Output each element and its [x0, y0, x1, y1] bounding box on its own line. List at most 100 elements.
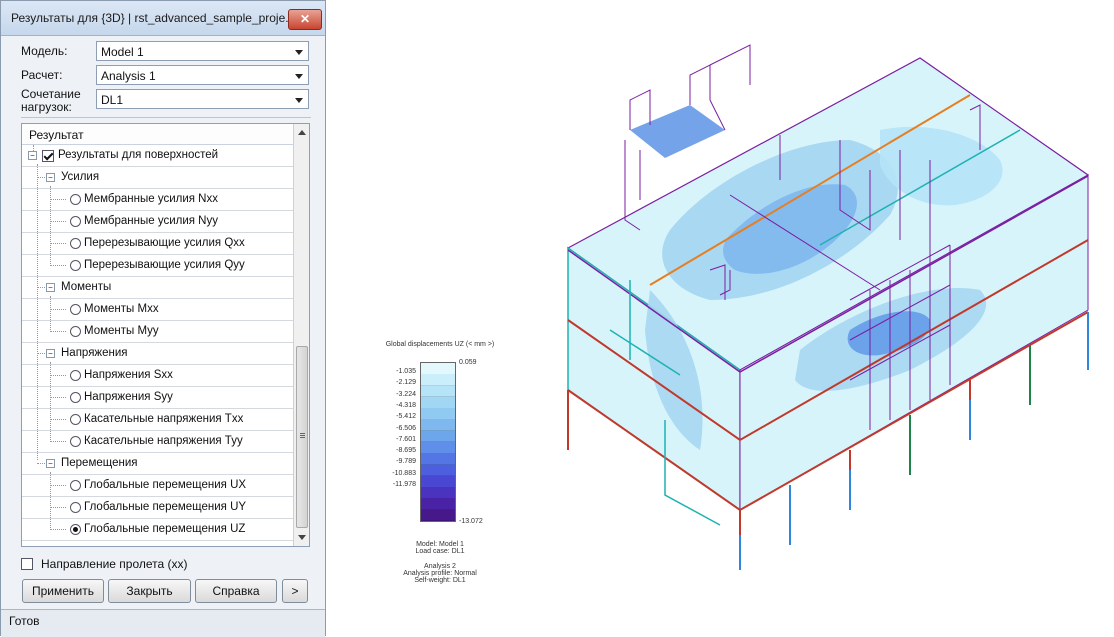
tree-line: [37, 287, 45, 288]
radio-qxx[interactable]: [70, 238, 81, 249]
radio-tyy[interactable]: [70, 436, 81, 447]
tree-line: [50, 441, 66, 442]
legend-color-band: [421, 396, 455, 409]
close-icon[interactable]: ✕: [288, 9, 322, 30]
tree-item-label: Касательные напряжения Tyy: [84, 435, 243, 447]
tree-item-txx[interactable]: Касательные напряжения Txx: [22, 409, 293, 431]
radio-nxx[interactable]: [70, 194, 81, 205]
dialog-title: Результаты для {3D} | rst_advanced_sampl…: [11, 11, 296, 25]
legend-tick-label: -10.883: [392, 469, 416, 477]
close-button[interactable]: Закрыть: [108, 579, 191, 603]
radio-sxx[interactable]: [70, 370, 81, 381]
analysis-select-value: Analysis 1: [101, 69, 156, 83]
tree-line: [50, 375, 66, 376]
tree-group-stresses[interactable]: − Напряжения: [22, 343, 293, 365]
tree-item-qyy[interactable]: Перерезывающие усилия Qyy: [22, 255, 293, 277]
legend-color-band: [421, 509, 455, 522]
tree-item-sxx[interactable]: Напряжения Sxx: [22, 365, 293, 387]
tree-line: [50, 419, 66, 420]
results-tree[interactable]: Результат − Результаты для поверхностей …: [21, 123, 310, 547]
radio-syy[interactable]: [70, 392, 81, 403]
radio-txx[interactable]: [70, 414, 81, 425]
legend-tick-label: -4.318: [396, 401, 416, 409]
tree-root-label: Результаты для поверхностей: [58, 149, 219, 161]
tree-item-ux[interactable]: Глобальные перемещения UX: [22, 475, 293, 497]
model-select[interactable]: Model 1: [96, 41, 309, 61]
radio-myy[interactable]: [70, 326, 81, 337]
tree-item-label: Напряжения Sxx: [84, 369, 173, 381]
tree-item-myy[interactable]: Моменты Myy: [22, 321, 293, 343]
legend-analysis: Analysis 2: [424, 563, 456, 570]
radio-mxx[interactable]: [70, 304, 81, 315]
tree-item-syy[interactable]: Напряжения Syy: [22, 387, 293, 409]
legend-analysis-profile: Analysis profile: Normal: [403, 570, 477, 577]
tree-line: [50, 309, 66, 310]
legend-tick-label: -8.695: [396, 447, 416, 455]
model-select-value: Model 1: [101, 45, 144, 59]
tree-item-uz[interactable]: Глобальные перемещения UZ: [22, 519, 293, 541]
collapse-icon[interactable]: −: [46, 283, 55, 292]
tree-item-nyy[interactable]: Мембранные усилия Nyy: [22, 211, 293, 233]
tree-scrollbar[interactable]: [293, 124, 309, 546]
span-direction-label: Направление пролета (xx): [41, 557, 188, 571]
analysis-label: Расчет:: [21, 68, 63, 82]
tree-group-label: Усилия: [61, 171, 100, 183]
chevron-down-icon: [295, 98, 303, 103]
tree-item-tyy[interactable]: Касательные напряжения Tyy: [22, 431, 293, 453]
tree-item-label: Моменты Mxx: [84, 303, 159, 315]
status-bar: Готов: [1, 609, 325, 637]
legend-tick-label: -6.506: [396, 424, 416, 432]
legend-tick-label: -5.412: [396, 413, 416, 421]
radio-qyy[interactable]: [70, 260, 81, 271]
tree-item-mxx[interactable]: Моменты Mxx: [22, 299, 293, 321]
divider: [21, 117, 311, 118]
scroll-down-icon[interactable]: [298, 535, 306, 540]
tree-item-label: Мембранные усилия Nyy: [84, 215, 218, 227]
radio-nyy[interactable]: [70, 216, 81, 227]
tree-group-label: Моменты: [61, 281, 112, 293]
collapse-icon[interactable]: −: [46, 459, 55, 468]
legend-color-scale: [420, 362, 456, 522]
tree-line: [50, 507, 66, 508]
tree-group-displacements[interactable]: − Перемещения: [22, 453, 293, 475]
collapse-icon[interactable]: −: [46, 173, 55, 182]
tree-line: [37, 463, 45, 464]
analysis-select[interactable]: Analysis 1: [96, 65, 309, 85]
radio-uz[interactable]: [70, 524, 81, 535]
collapse-icon[interactable]: −: [46, 349, 55, 358]
tree-item-label: Касательные напряжения Txx: [84, 413, 244, 425]
more-button[interactable]: >: [282, 579, 308, 603]
legend-color-band: [421, 430, 455, 443]
dialog-titlebar[interactable]: Результаты для {3D} | rst_advanced_sampl…: [1, 1, 325, 36]
legend-min-value: -13.072: [459, 518, 483, 525]
legend-tick-label: -7.601: [396, 435, 416, 443]
tree-group-label: Напряжения: [61, 347, 128, 359]
tree-item-label: Перерезывающие усилия Qyy: [84, 259, 245, 271]
legend-color-band: [421, 498, 455, 511]
tree-group-forces[interactable]: − Усилия: [22, 167, 293, 189]
legend-title: Global displacements UZ (< mm >): [385, 341, 495, 348]
legend-tick-label: -9.789: [396, 458, 416, 466]
collapse-icon[interactable]: −: [28, 151, 37, 160]
span-direction-checkbox[interactable]: [21, 558, 33, 570]
scrollbar-thumb[interactable]: [296, 346, 308, 528]
tree-root-row[interactable]: − Результаты для поверхностей: [22, 145, 293, 167]
model-3d-view[interactable]: [550, 30, 1110, 590]
help-button[interactable]: Справка: [195, 579, 277, 603]
legend-color-band: [421, 385, 455, 398]
load-combo-label-line2: нагрузок:: [21, 100, 72, 114]
radio-ux[interactable]: [70, 480, 81, 491]
tree-header-label: Результат: [29, 128, 84, 142]
scroll-up-icon[interactable]: [298, 130, 306, 135]
tree-group-moments[interactable]: − Моменты: [22, 277, 293, 299]
apply-button[interactable]: Применить: [22, 579, 104, 603]
legend-load-case: Load case: DL1: [415, 548, 465, 555]
tree-item-uy[interactable]: Глобальные перемещения UY: [22, 497, 293, 519]
load-combo-select[interactable]: DL1: [96, 89, 309, 109]
tree-item-label: Глобальные перемещения UX: [84, 479, 247, 491]
radio-uy[interactable]: [70, 502, 81, 513]
surface-results-checkbox[interactable]: [42, 150, 54, 162]
tree-line: [50, 485, 66, 486]
tree-item-qxx[interactable]: Перерезывающие усилия Qxx: [22, 233, 293, 255]
tree-item-nxx[interactable]: Мембранные усилия Nxx: [22, 189, 293, 211]
